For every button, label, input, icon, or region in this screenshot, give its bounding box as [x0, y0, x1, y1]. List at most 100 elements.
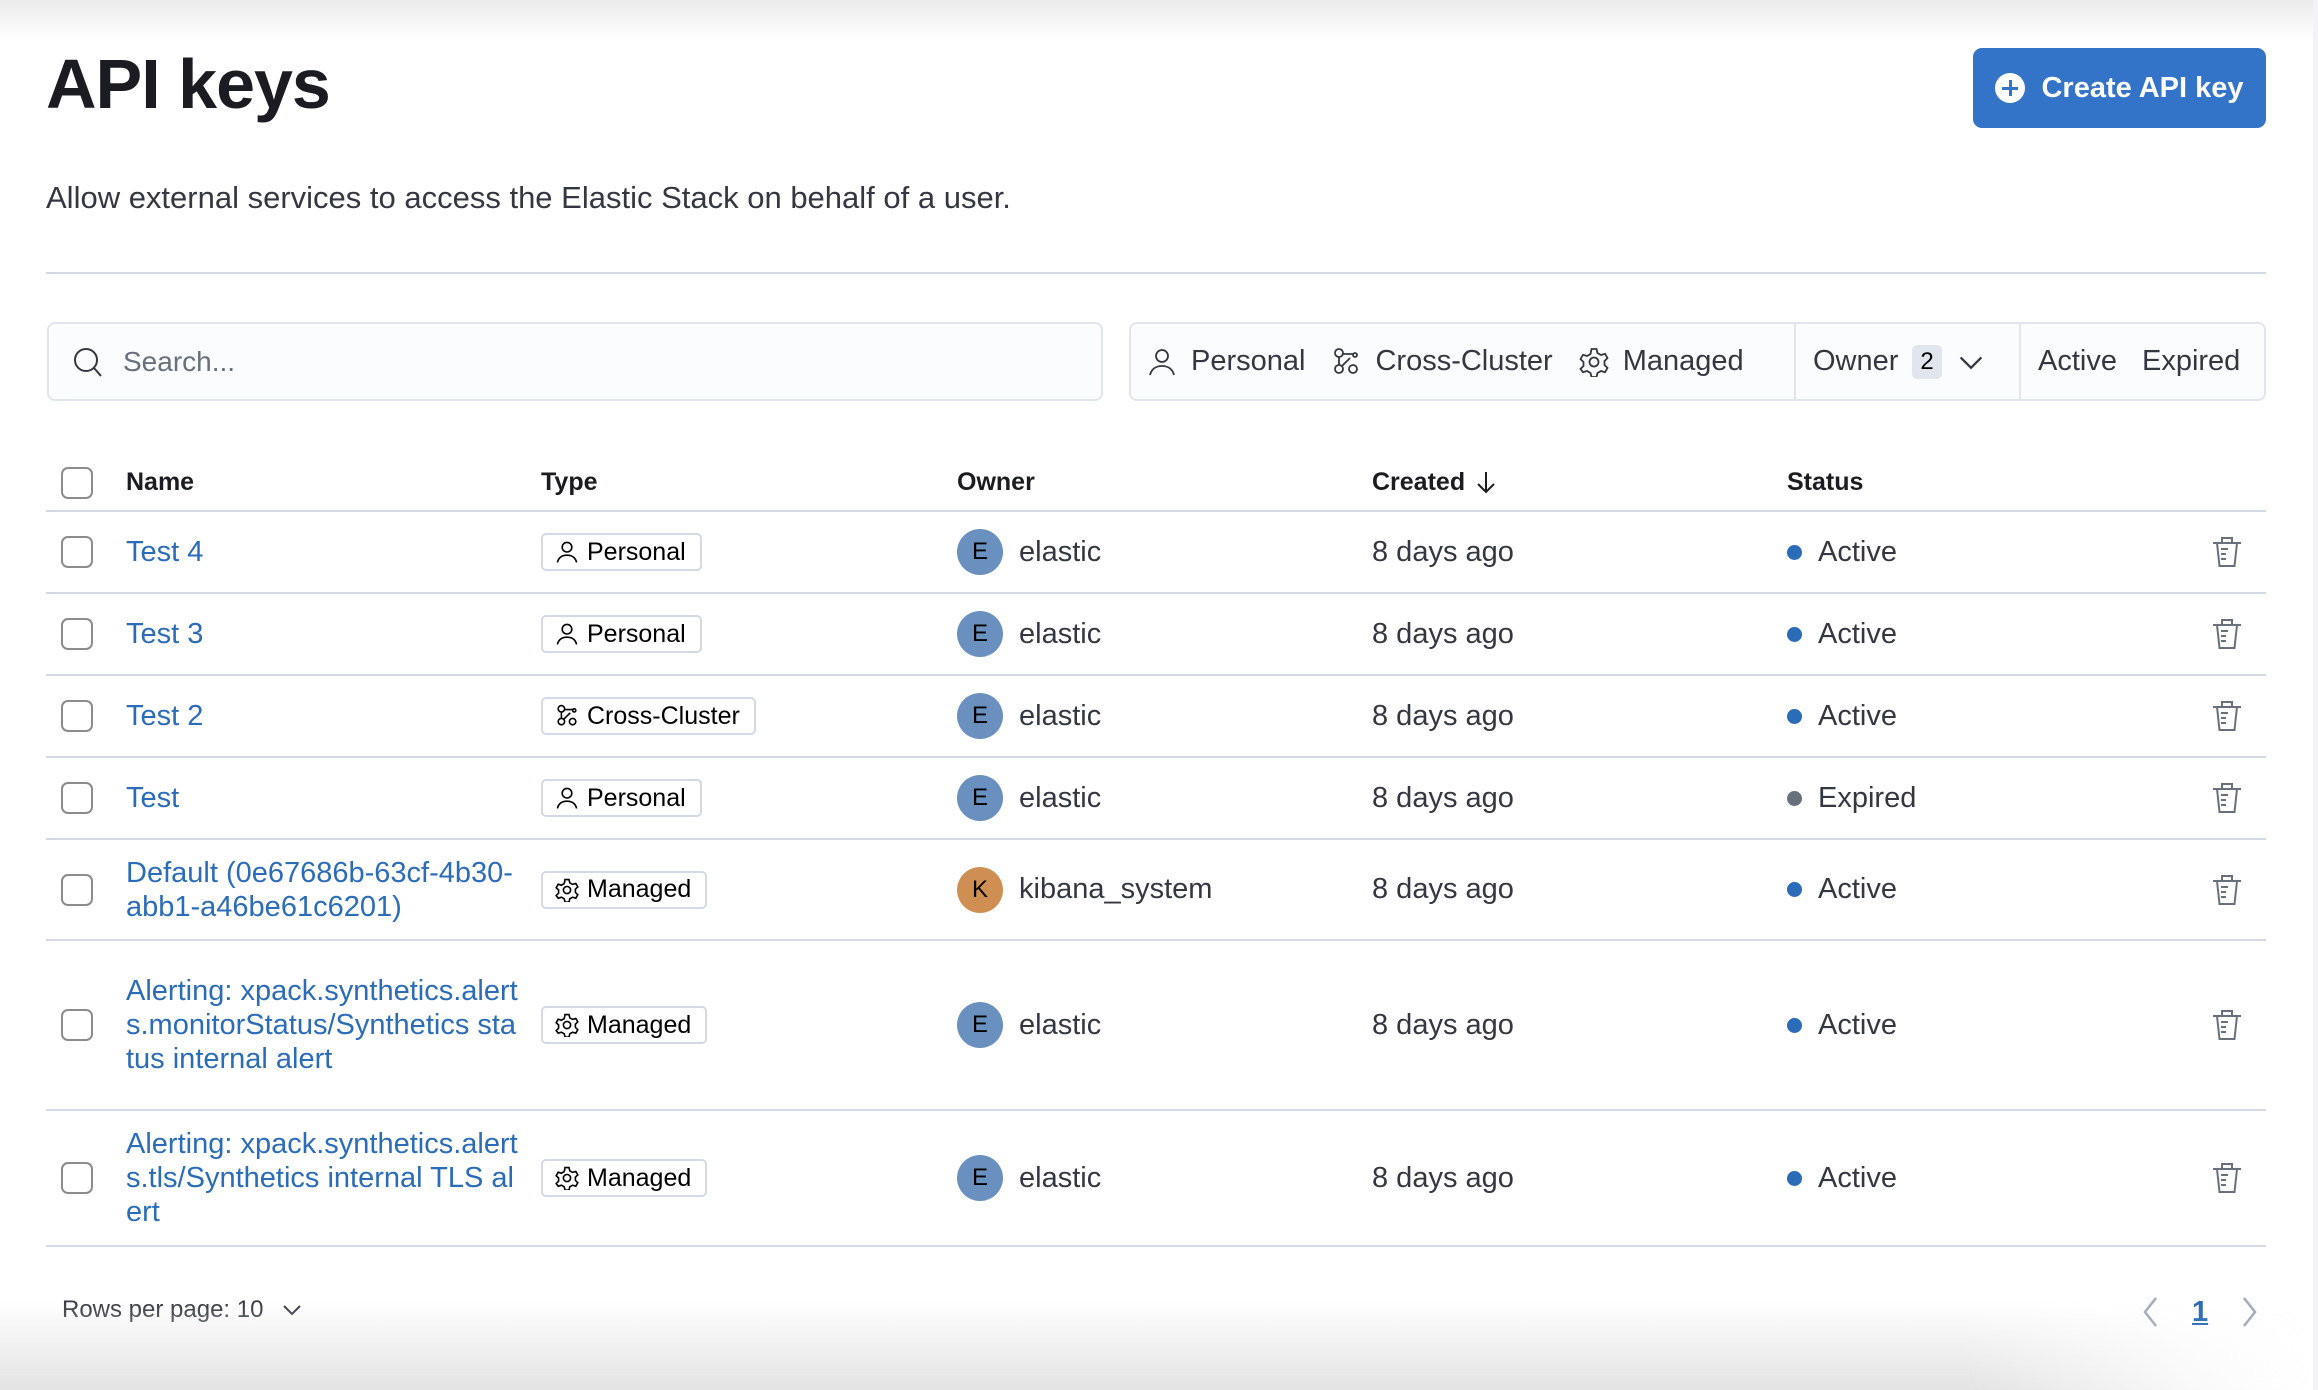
- type-badge: Managed: [541, 1159, 708, 1197]
- type-badge: Personal: [541, 615, 702, 653]
- owner-filter-button[interactable]: Owner 2: [1800, 324, 1999, 399]
- filter-bar: Personal Cross-Cluster Managed Owner 2 A…: [1129, 322, 2266, 401]
- api-key-name-link[interactable]: Default (0e67686b-63cf-4b30-abb1-a46be61…: [126, 856, 521, 924]
- name-cell: Alerting: xpack.synthetics.alerts.monito…: [126, 974, 521, 1076]
- status-dot-icon: [1787, 790, 1802, 806]
- row-checkbox[interactable]: [61, 536, 93, 568]
- api-key-name-link[interactable]: Test: [126, 781, 521, 815]
- row-checkbox[interactable]: [61, 782, 93, 814]
- avatar: E: [957, 529, 1003, 575]
- avatar: E: [957, 775, 1003, 821]
- plus-circle-icon: [1995, 73, 2026, 103]
- column-header-owner[interactable]: Owner: [957, 468, 1035, 497]
- table-header-row: Name Type Owner Created Status: [46, 455, 2266, 512]
- status-cell: Active: [1787, 700, 1897, 733]
- created-cell: 8 days ago: [1372, 699, 1514, 732]
- delete-icon[interactable]: [2210, 535, 2244, 569]
- column-header-name[interactable]: Name: [126, 468, 521, 497]
- row-checkbox[interactable]: [61, 700, 93, 732]
- owner-name: elastic: [1019, 1008, 1102, 1041]
- cross-cluster-icon: [557, 704, 577, 726]
- api-key-name-link[interactable]: Test 2: [126, 699, 521, 733]
- status-dot-icon: [1787, 544, 1802, 560]
- table-row: Test 4 Personal E elastic 8 days ago Act…: [46, 512, 2266, 594]
- delete-icon[interactable]: [2210, 1008, 2244, 1042]
- table-row: Test 2 Cross-Cluster E elastic 8 days ag…: [46, 676, 2266, 758]
- owner-cell: E elastic: [957, 693, 1101, 739]
- type-cell: Managed: [541, 1159, 708, 1197]
- status-cell: Active: [1787, 1009, 1897, 1042]
- api-keys-table: Name Type Owner Created Status Test 4 Pe…: [46, 455, 2266, 1247]
- type-badge: Managed: [541, 1006, 708, 1044]
- name-cell: Default (0e67686b-63cf-4b30-abb1-a46be61…: [126, 856, 521, 924]
- search-input[interactable]: [123, 345, 1083, 378]
- status-cell: Active: [1787, 873, 1897, 906]
- column-header-created-label: Created: [1372, 468, 1466, 496]
- api-key-name-link[interactable]: Alerting: xpack.synthetics.alerts.monito…: [126, 974, 521, 1076]
- type-badge-label: Cross-Cluster: [587, 701, 740, 730]
- row-checkbox[interactable]: [61, 1009, 93, 1041]
- filter-expired[interactable]: Expired: [2130, 324, 2253, 399]
- status-badge: Active: [1818, 617, 1897, 650]
- api-key-name-link[interactable]: Alerting: xpack.synthetics.alerts.tls/Sy…: [126, 1127, 521, 1229]
- status-filter-group: Active Expired: [2019, 324, 2264, 399]
- delete-icon[interactable]: [2210, 1161, 2244, 1195]
- column-header-created[interactable]: Created: [1372, 468, 1497, 497]
- name-cell: Test 4: [126, 535, 521, 569]
- delete-icon[interactable]: [2210, 781, 2244, 815]
- row-checkbox[interactable]: [61, 1162, 93, 1194]
- type-cell: Personal: [541, 533, 702, 571]
- filter-expired-label: Expired: [2141, 345, 2241, 377]
- avatar: E: [957, 693, 1003, 739]
- delete-icon[interactable]: [2210, 699, 2244, 733]
- create-api-key-label: Create API key: [2041, 71, 2244, 104]
- user-icon: [556, 787, 578, 809]
- column-header-status[interactable]: Status: [1787, 468, 1863, 497]
- filter-managed[interactable]: Managed: [1566, 324, 1757, 399]
- status-dot-icon: [1787, 626, 1802, 642]
- owner-cell: E elastic: [957, 1002, 1101, 1048]
- status-cell: Expired: [1787, 782, 1916, 815]
- filter-personal[interactable]: Personal: [1134, 324, 1318, 399]
- status-badge: Active: [1818, 699, 1897, 732]
- gear-icon: [555, 878, 579, 902]
- owner-cell: K kibana_system: [957, 866, 1213, 913]
- filter-active[interactable]: Active: [2025, 324, 2130, 399]
- status-badge: Expired: [1818, 781, 1917, 814]
- status-badge: Active: [1818, 1008, 1897, 1041]
- type-filter-group: Personal Cross-Cluster Managed: [1131, 324, 1794, 399]
- create-api-key-button[interactable]: Create API key: [1973, 48, 2266, 128]
- filter-cross-cluster-label: Cross-Cluster: [1375, 345, 1553, 377]
- created-cell: 8 days ago: [1372, 1008, 1514, 1041]
- delete-icon[interactable]: [2210, 873, 2244, 907]
- type-badge-label: Personal: [587, 783, 686, 812]
- status-dot-icon: [1787, 882, 1802, 897]
- type-badge-label: Managed: [587, 875, 692, 903]
- avatar: K: [957, 866, 1003, 913]
- owner-cell: E elastic: [957, 775, 1101, 821]
- name-cell: Test: [126, 781, 521, 815]
- top-shadow: [0, 0, 2318, 40]
- filter-managed-label: Managed: [1622, 345, 1744, 377]
- owner-name: elastic: [1019, 1161, 1102, 1194]
- select-all-checkbox[interactable]: [61, 466, 93, 499]
- row-checkbox[interactable]: [61, 873, 93, 906]
- filter-cross-cluster[interactable]: Cross-Cluster: [1318, 324, 1565, 399]
- owner-filter[interactable]: Owner 2: [1794, 324, 2019, 399]
- api-key-name-link[interactable]: Test 4: [126, 535, 521, 569]
- owner-name: kibana_system: [1019, 873, 1213, 905]
- avatar: E: [957, 1155, 1003, 1201]
- owner-name: elastic: [1019, 699, 1102, 732]
- page-scrollbar-track[interactable]: [2313, 0, 2318, 1390]
- chevron-down-icon: [1959, 356, 1982, 369]
- search-box[interactable]: [47, 322, 1103, 401]
- type-badge-label: Personal: [587, 537, 686, 566]
- api-key-name-link[interactable]: Test 3: [126, 617, 521, 651]
- type-badge-label: Personal: [587, 619, 686, 648]
- header-divider: [46, 272, 2266, 274]
- owner-name: elastic: [1019, 535, 1102, 568]
- row-checkbox[interactable]: [61, 618, 93, 650]
- delete-icon[interactable]: [2210, 617, 2244, 651]
- user-icon: [556, 623, 578, 645]
- column-header-type[interactable]: Type: [541, 468, 598, 497]
